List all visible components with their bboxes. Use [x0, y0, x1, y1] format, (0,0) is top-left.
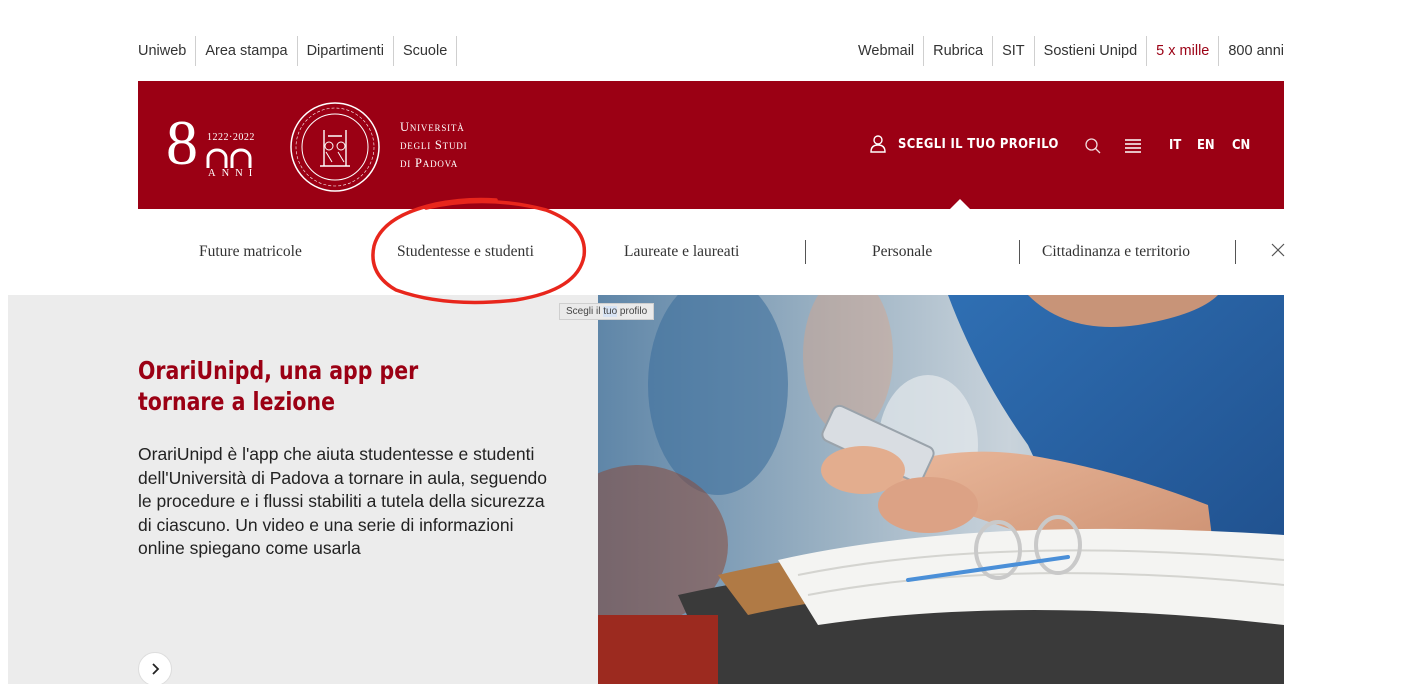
university-name-line-2: degli Studi: [400, 138, 468, 152]
nav-separator: [1019, 240, 1020, 264]
choose-profile-button[interactable]: SCEGLI IL TUO PROFILO: [870, 135, 1085, 153]
site-header: 8 1222·2022 ANNI Università degli Studi …: [138, 81, 1284, 209]
search-icon[interactable]: [1084, 137, 1102, 155]
profile-laureate-laureati[interactable]: Laureate e laureati: [624, 243, 739, 261]
profile-future-matricole[interactable]: Future matricole: [199, 243, 302, 261]
profile-personale[interactable]: Personale: [872, 243, 932, 261]
link-sit[interactable]: SIT: [993, 36, 1035, 66]
university-name[interactable]: Università degli Studi di Padova: [400, 118, 467, 172]
hero-photo-student-with-phone[interactable]: [598, 295, 1284, 684]
profile-nav: Future matricole Studentesse e studenti …: [138, 209, 1285, 295]
lang-en[interactable]: EN: [1197, 137, 1215, 153]
lang-cn[interactable]: CN: [1232, 137, 1250, 153]
logo-eight: 8: [166, 107, 198, 178]
lang-it[interactable]: IT: [1169, 137, 1181, 153]
link-dipartimenti[interactable]: Dipartimenti: [298, 36, 394, 66]
utility-links-right: Webmail Rubrica SIT Sostieni Unipd 5 x m…: [849, 34, 1284, 68]
dropdown-caret: [950, 199, 970, 209]
university-seal-icon[interactable]: [288, 100, 382, 194]
university-name-line-1: Università: [400, 120, 465, 134]
tooltip-text-highlighted: tuo: [603, 306, 618, 317]
logo-arches-icon: [206, 148, 252, 168]
profile-cittadinanza-territorio[interactable]: Cittadinanza e territorio: [1042, 243, 1190, 261]
logo-anni: ANNI: [208, 168, 259, 179]
hero-section: OrariUnipd, una app per tornare a lezion…: [0, 295, 1402, 684]
choose-profile-label: SCEGLI IL TUO PROFILO: [898, 136, 1059, 152]
link-5-x-mille[interactable]: 5 x mille: [1147, 36, 1220, 66]
link-area-stampa[interactable]: Area stampa: [196, 36, 298, 66]
nav-separator: [1235, 240, 1236, 264]
utility-links-left: Uniweb Area stampa Dipartimenti Scuole: [138, 34, 458, 68]
hero-title[interactable]: OrariUnipd, una app per tornare a lezion…: [138, 355, 466, 417]
language-switcher: IT EN CN: [1169, 137, 1267, 153]
link-uniweb[interactable]: Uniweb: [138, 36, 197, 66]
link-scuole[interactable]: Scuole: [394, 36, 458, 66]
link-webmail[interactable]: Webmail: [849, 36, 925, 66]
tooltip-text-after: profilo: [617, 306, 648, 317]
university-name-line-3: di Padova: [400, 156, 459, 170]
annotation-ellipse: [371, 197, 587, 305]
link-800-anni[interactable]: 800 anni: [1219, 36, 1284, 66]
link-rubrica[interactable]: Rubrica: [924, 36, 994, 66]
chevron-right-icon: [152, 663, 160, 675]
close-icon[interactable]: [1271, 243, 1285, 257]
logo-800-anni[interactable]: 8 1222·2022 ANNI: [166, 111, 276, 180]
utility-bar: Uniweb Area stampa Dipartimenti Scuole W…: [138, 34, 1284, 68]
hero-description: OrariUnipd è l'app che aiuta studentesse…: [138, 444, 548, 558]
logo-years: 1222·2022: [207, 132, 255, 143]
link-sostieni-unipd[interactable]: Sostieni Unipd: [1035, 36, 1148, 66]
nav-separator: [805, 240, 806, 264]
person-outline-icon: [870, 135, 886, 153]
hero-next-button[interactable]: [138, 652, 172, 684]
hamburger-menu-icon[interactable]: [1124, 138, 1142, 154]
